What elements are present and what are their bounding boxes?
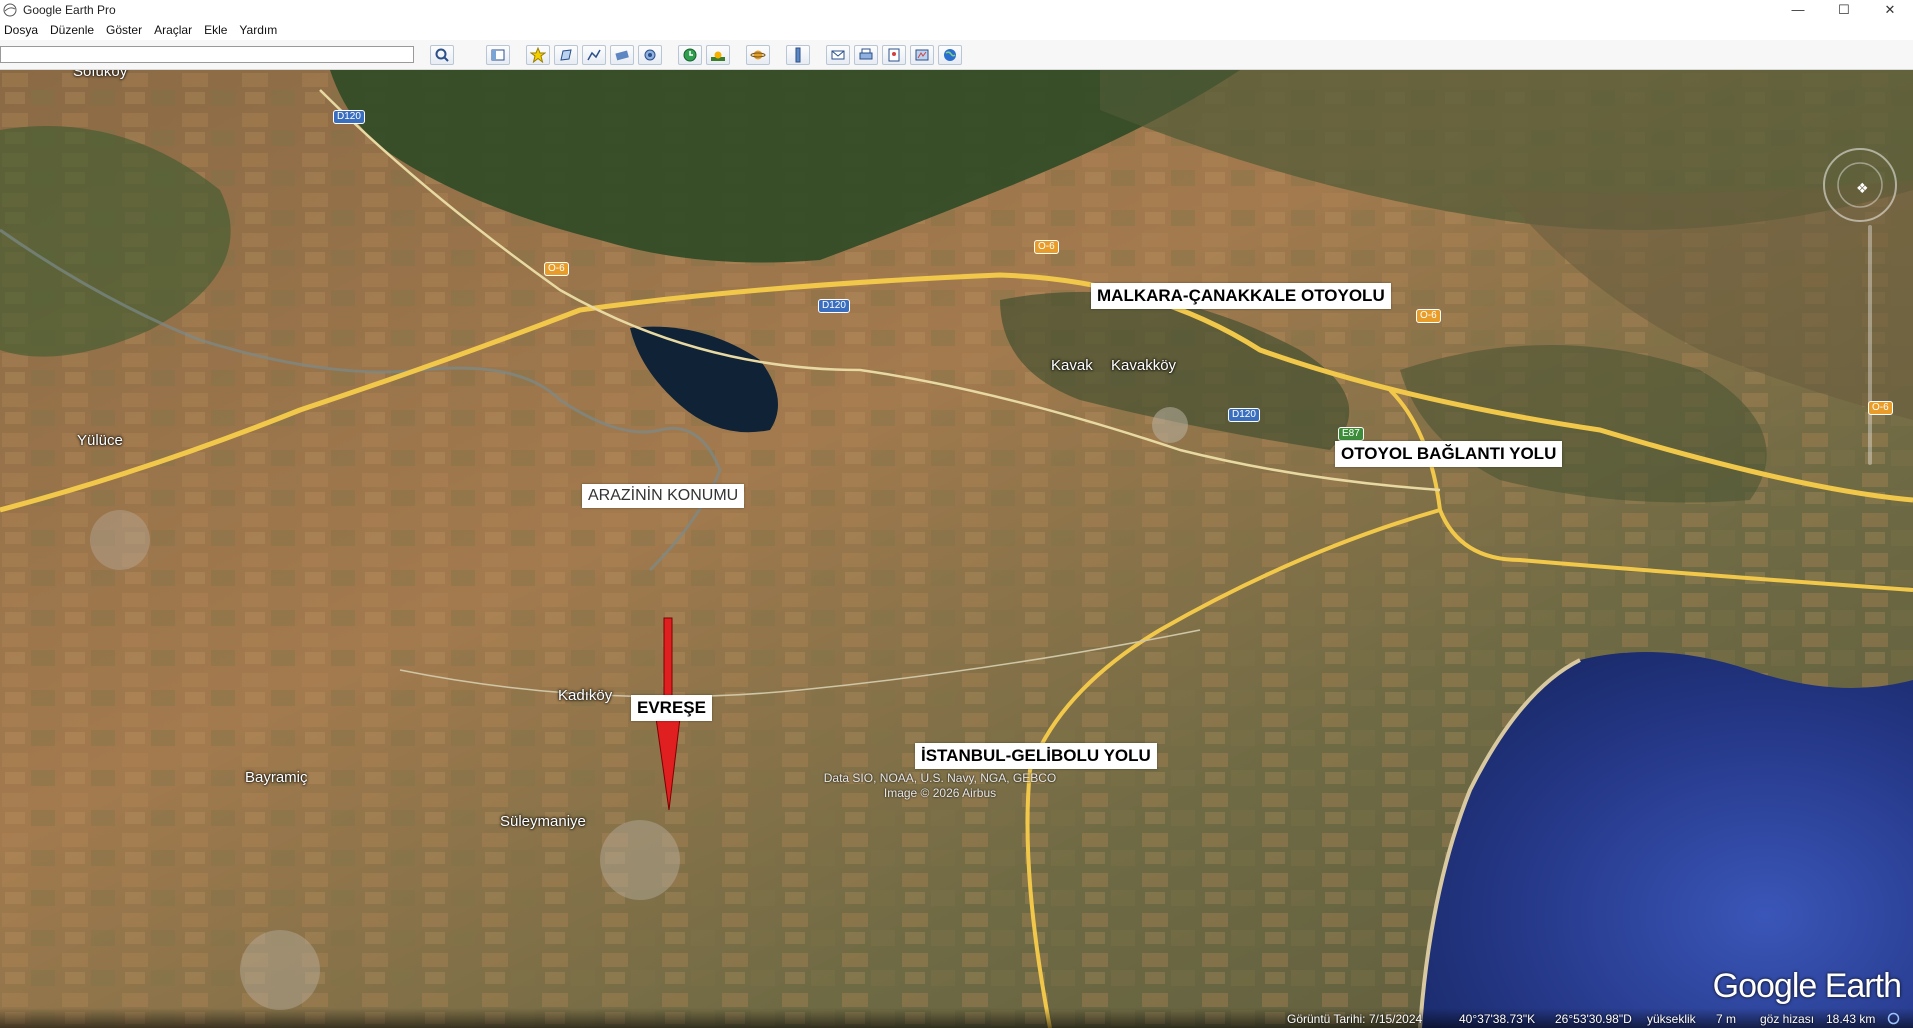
- label-arazinin-konumu: ARAZİNİN KONUMU: [582, 484, 745, 508]
- menu-bar: Dosya Düzenle Göster Araçlar Ekle Yardım: [0, 19, 1913, 40]
- close-button[interactable]: ✕: [1867, 0, 1913, 19]
- place-suleymaniye: Süleymaniye: [500, 813, 586, 830]
- zoom-slider[interactable]: [1858, 225, 1882, 465]
- compass-icon[interactable]: ❖: [1856, 181, 1869, 197]
- sidebar-toggle-button[interactable]: [486, 45, 510, 65]
- add-image-overlay-button[interactable]: [610, 45, 634, 65]
- label-evrese: EVREŞE: [631, 695, 712, 721]
- place-bayramic: Bayramiç: [245, 769, 308, 786]
- road-shield-o6: O-6: [1868, 401, 1893, 415]
- toolbar: [0, 40, 1913, 70]
- email-icon: [831, 50, 845, 60]
- search-icon: [435, 48, 449, 62]
- status-bar: Görüntü Tarihi: 7/15/2024 40°37'38.73"K …: [0, 1008, 1913, 1028]
- search-input[interactable]: [0, 46, 414, 63]
- view-in-maps-button[interactable]: [910, 45, 934, 65]
- placemark-icon: [530, 47, 546, 63]
- earth-gallery-button[interactable]: [938, 45, 962, 65]
- place-kavakkoy: Kavakköy: [1111, 357, 1177, 374]
- menu-araclar[interactable]: Araçlar: [154, 23, 192, 37]
- record-tour-button[interactable]: [638, 45, 662, 65]
- place-sofukoy: Sofuköy: [73, 70, 128, 80]
- road-shield-o6: O-6: [1034, 240, 1059, 254]
- add-polygon-button[interactable]: [554, 45, 578, 65]
- sunlight-button[interactable]: [706, 45, 730, 65]
- clock-icon: [683, 48, 697, 62]
- minimize-button[interactable]: —: [1775, 0, 1821, 19]
- tour-icon: [644, 49, 656, 61]
- road-shield-e87: E87: [1338, 427, 1364, 441]
- add-path-button[interactable]: [582, 45, 606, 65]
- navigation-control[interactable]: ❖: [1820, 145, 1900, 225]
- road-shield-d120: D120: [1228, 408, 1260, 422]
- eye-alt-label: göz hizası: [1760, 1012, 1815, 1026]
- label-malkara-canakkale-otoyolu: MALKARA-ÇANAKKALE OTOYOLU: [1091, 283, 1391, 309]
- latitude: 40°37'38.73"K: [1459, 1012, 1536, 1026]
- save-image-icon: [888, 48, 900, 62]
- longitude: 26°53'30.98"D: [1555, 1012, 1632, 1026]
- streaming-icon: [1887, 1012, 1900, 1025]
- print-icon: [859, 48, 873, 60]
- map-view[interactable]: ❖ Sofuköy Yülüce Kavak Kavakköy Kadıköy …: [0, 70, 1913, 1028]
- road-shield-d120: D120: [333, 110, 365, 124]
- add-placemark-button[interactable]: [526, 45, 550, 65]
- planet-icon: [750, 50, 766, 60]
- label-otoyol-baglanti-yolu: OTOYOL BAĞLANTI YOLU: [1335, 441, 1563, 467]
- place-kavak: Kavak: [1051, 357, 1093, 374]
- imagery-attribution: Data SIO, NOAA, U.S. Navy, NGA, GEBCO Im…: [810, 771, 1070, 801]
- save-image-button[interactable]: [882, 45, 906, 65]
- attribution-line2: Image © 2026 Airbus: [883, 786, 997, 800]
- eye-alt-value: 18.43 km: [1826, 1012, 1876, 1026]
- ruler-icon: [795, 47, 801, 63]
- road-shield-o6: O-6: [544, 262, 569, 276]
- road-shield-o6: O-6: [1416, 309, 1441, 323]
- maximize-button[interactable]: ☐: [1821, 0, 1867, 19]
- image-overlay-icon: [615, 50, 629, 61]
- menu-goster[interactable]: Göster: [106, 23, 142, 37]
- globe-icon: [944, 49, 956, 61]
- imagery-date: Görüntü Tarihi: 7/15/2024: [1287, 1012, 1423, 1026]
- window-title: Google Earth Pro: [23, 2, 116, 17]
- menu-ekle[interactable]: Ekle: [204, 23, 227, 37]
- sidebar-icon: [491, 49, 505, 61]
- planets-button[interactable]: [746, 45, 770, 65]
- title-bar: Google Earth Pro — ☐ ✕: [0, 0, 1913, 19]
- menu-dosya[interactable]: Dosya: [4, 23, 38, 37]
- sun-icon: [711, 51, 725, 61]
- path-icon: [587, 49, 601, 61]
- road-shield-d120: D120: [818, 299, 850, 313]
- place-yuluce: Yülüce: [77, 432, 123, 449]
- elevation-value: 7 m: [1716, 1012, 1737, 1026]
- search-button[interactable]: [430, 45, 454, 65]
- email-button[interactable]: [826, 45, 850, 65]
- label-istanbul-gelibolu-yolu: İSTANBUL-GELİBOLU YOLU: [915, 743, 1157, 769]
- map-icon: [915, 49, 929, 61]
- attribution-line1: Data SIO, NOAA, U.S. Navy, NGA, GEBCO: [823, 771, 1057, 785]
- elevation-label: yükseklik: [1647, 1012, 1696, 1026]
- place-kadikoy: Kadıköy: [558, 687, 613, 704]
- google-earth-app-icon: [3, 3, 17, 16]
- ruler-button[interactable]: [786, 45, 810, 65]
- polygon-icon: [560, 49, 572, 61]
- print-button[interactable]: [854, 45, 878, 65]
- satellite-imagery: [0, 70, 1913, 1028]
- menu-yardim[interactable]: Yardım: [239, 23, 277, 37]
- google-earth-logo: Google Earth: [1712, 967, 1902, 1005]
- menu-duzenle[interactable]: Düzenle: [50, 23, 94, 37]
- historical-imagery-button[interactable]: [678, 45, 702, 65]
